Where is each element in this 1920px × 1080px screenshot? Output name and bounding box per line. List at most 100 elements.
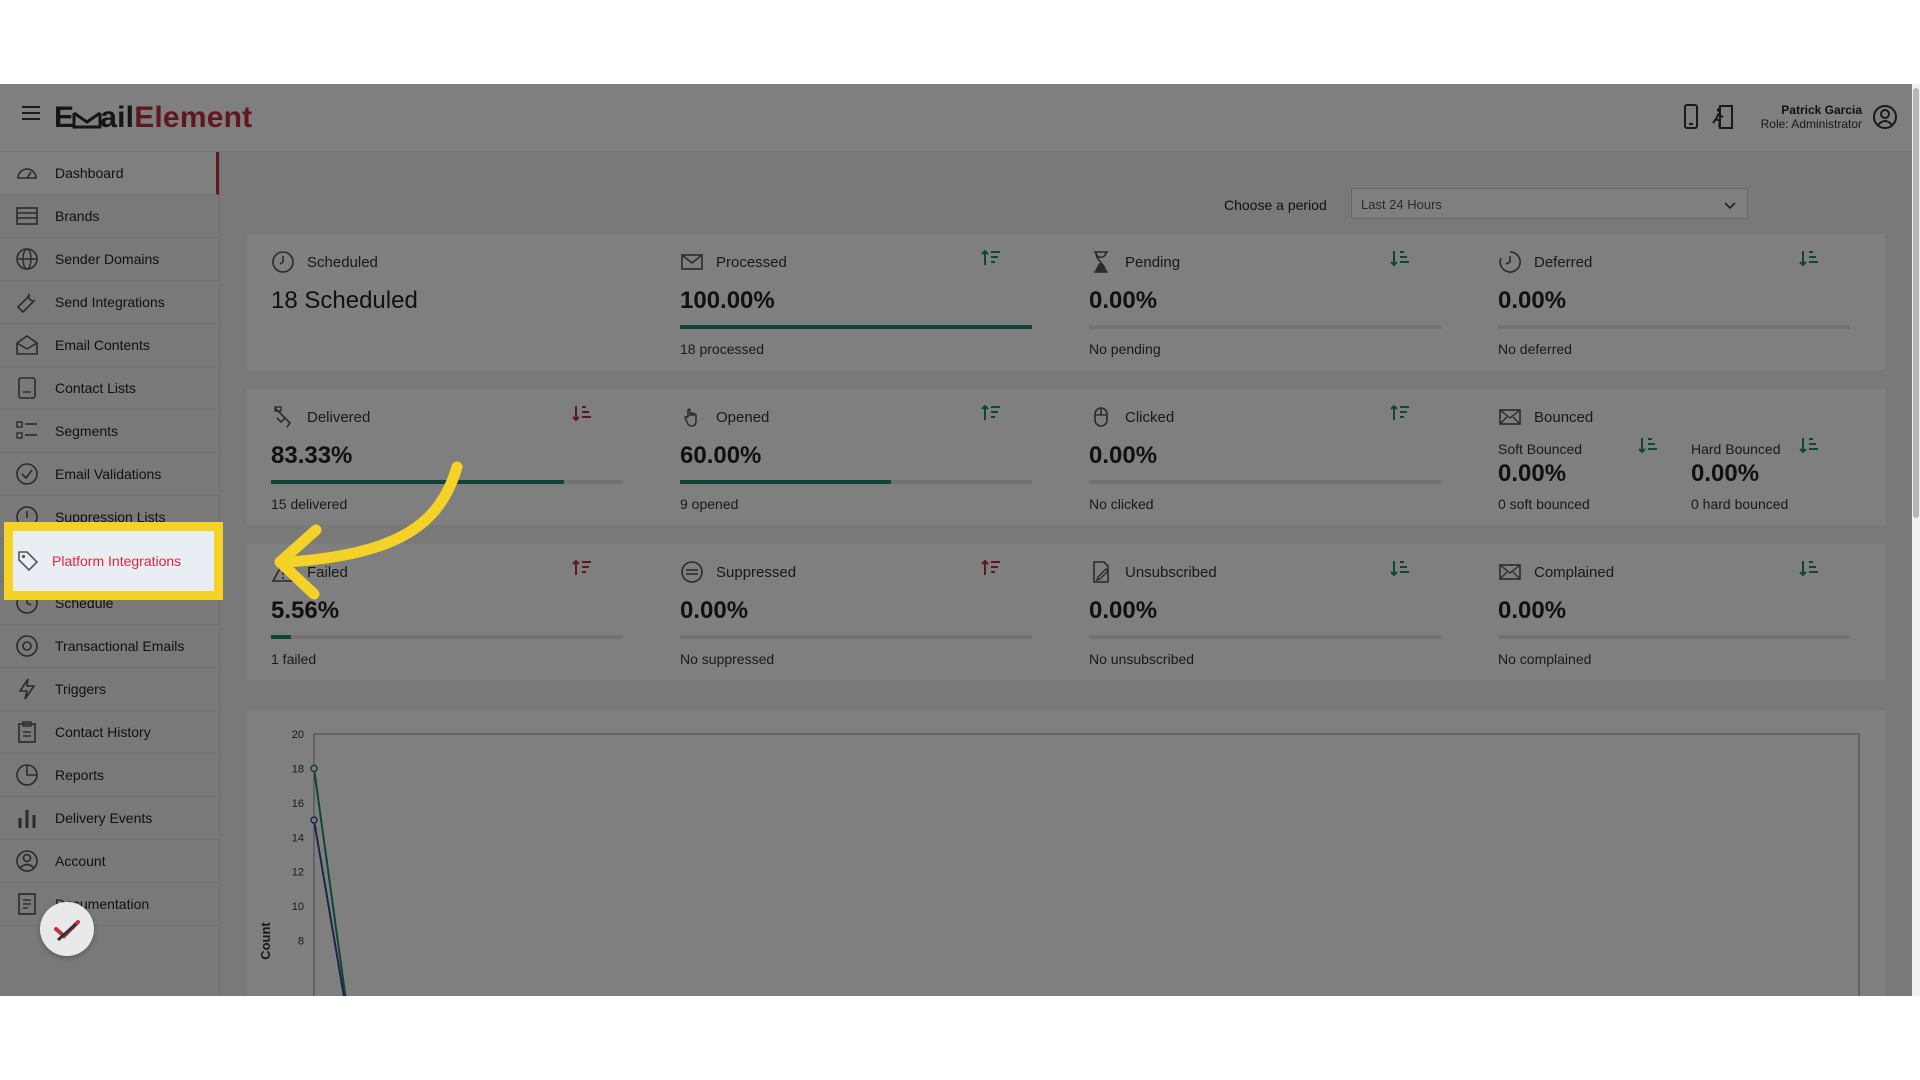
sidebar-item-account[interactable]: Account xyxy=(0,840,219,883)
sidebar-item-send-integrations[interactable]: Send Integrations xyxy=(0,281,219,324)
sidebar-item-label: Email Validations xyxy=(55,466,162,482)
hand-pointer-icon xyxy=(684,408,697,427)
clipboard-icon xyxy=(18,721,36,743)
series-point-0[interactable] xyxy=(310,764,318,773)
user-name: Patrick Garcia xyxy=(1781,103,1862,117)
sidebar-item-sender-domains[interactable]: Sender Domains xyxy=(0,238,219,281)
screen-stage: EailElement Patrick Garcia Role: Adminis… xyxy=(0,84,1920,996)
floating-action-button[interactable] xyxy=(40,902,94,956)
sidebar-item-contact-history[interactable]: Contact History xyxy=(0,711,219,754)
sidebar-item-contact-lists[interactable]: Contact Lists xyxy=(0,367,219,410)
sidebar-item-dashboard[interactable]: Dashboard xyxy=(0,152,219,195)
card-value: 0.00% xyxy=(1498,287,1567,314)
progress-track xyxy=(680,480,1032,484)
card-value: 0.00% xyxy=(1089,287,1158,314)
delivered-hand-icon xyxy=(274,406,292,428)
period-select[interactable]: Last 24 Hours xyxy=(1351,188,1748,219)
series-point-1[interactable] xyxy=(310,816,318,824)
sort-ascending-icon[interactable] xyxy=(1637,434,1659,456)
sidebar-item-label: Triggers xyxy=(55,681,106,697)
wrench-icon xyxy=(16,293,37,314)
card-value: 100.00% xyxy=(680,287,775,314)
card-subtext: No complained xyxy=(1498,651,1592,667)
hard-bounced-sub: 0 hard bounced xyxy=(1691,496,1789,512)
document-edit-icon xyxy=(1093,561,1109,583)
progress-track xyxy=(1089,480,1441,484)
sidebar-item-transactional-emails[interactable]: Transactional Emails xyxy=(0,625,219,668)
card-pending: Pending 0.00% No pending xyxy=(1065,234,1455,370)
sidebar-item-email-validations[interactable]: Email Validations xyxy=(0,453,219,496)
sidebar-item-triggers[interactable]: Triggers xyxy=(0,668,219,711)
logo-envelope-icon xyxy=(72,111,102,129)
sidebar-item-brands[interactable]: Brands xyxy=(0,195,219,238)
logout-icon[interactable] xyxy=(1711,104,1735,130)
card-title: Opened xyxy=(716,409,770,426)
sort-descending-icon[interactable] xyxy=(571,557,593,579)
soft-bounced-label: Soft Bounced xyxy=(1498,441,1583,457)
sidebar-item-reports[interactable]: Reports xyxy=(0,754,219,797)
card-value: 60.00% xyxy=(680,442,762,469)
sidebar-item-delivery-events[interactable]: Delivery Events xyxy=(0,797,219,840)
hamburger-menu-icon[interactable] xyxy=(22,106,40,122)
sort-descending-icon[interactable] xyxy=(980,247,1002,269)
sort-ascending-icon[interactable] xyxy=(1798,557,1820,579)
card-title: Scheduled xyxy=(307,254,378,271)
dashboard-gauge-icon xyxy=(17,168,37,179)
progress-fill xyxy=(680,480,892,484)
sidebar-item-platform-integrations-highlighted[interactable]: Platform Integrations xyxy=(13,531,214,591)
progress-track xyxy=(1089,325,1441,329)
card-opened: Opened 60.00% 9 opened xyxy=(656,389,1046,525)
mobile-phone-icon[interactable] xyxy=(1679,104,1703,130)
card-title: Clicked xyxy=(1125,409,1175,426)
card-subtext: 18 processed xyxy=(680,341,765,357)
page-scrollbar[interactable] xyxy=(1912,84,1920,996)
progress-fill xyxy=(680,325,1032,329)
sort-descending-icon[interactable] xyxy=(980,402,1002,424)
stats-row-3: Failed 5.56% 1 failed Suppressed 0.00% N… xyxy=(247,544,1885,680)
card-value: 5.56% xyxy=(271,597,340,624)
card-bounced: Bounced Soft Bounced 0.00% 0 soft bounce… xyxy=(1474,389,1864,525)
card-title: Pending xyxy=(1125,254,1181,271)
sort-descending-icon[interactable] xyxy=(980,557,1002,579)
document-icon xyxy=(18,893,36,915)
sort-ascending-icon[interactable] xyxy=(1389,557,1411,579)
globe-icon xyxy=(16,248,38,270)
user-avatar-icon[interactable] xyxy=(1872,104,1898,130)
y-tick-label: 18 xyxy=(292,763,304,775)
card-title: Processed xyxy=(716,254,787,271)
card-title: Complained xyxy=(1534,564,1615,581)
series-line-0 xyxy=(313,768,347,996)
hard-bounced-value: 0.00% xyxy=(1691,460,1760,487)
y-tick-label: 8 xyxy=(298,936,304,948)
card-subtext: No clicked xyxy=(1089,496,1154,512)
period-label: Choose a period xyxy=(1224,197,1327,213)
sort-ascending-icon[interactable] xyxy=(1798,434,1820,456)
sidebar-item-segments[interactable]: Segments xyxy=(0,410,219,453)
soft-bounced-value: 0.00% xyxy=(1498,460,1567,487)
user-role: Role: Administrator xyxy=(1760,117,1862,131)
checkmark-badge-icon xyxy=(54,920,80,942)
sort-ascending-icon[interactable] xyxy=(1798,247,1820,269)
at-sign-icon xyxy=(16,635,38,657)
sidebar-item-label: Account xyxy=(55,853,106,869)
sidebar-item-label: Contact History xyxy=(55,724,151,740)
sort-ascending-icon[interactable] xyxy=(571,402,593,424)
card-title: Deferred xyxy=(1534,254,1593,271)
sidebar-item-email-contents[interactable]: Email Contents xyxy=(0,324,219,367)
sort-ascending-icon[interactable] xyxy=(1389,247,1411,269)
progress-track xyxy=(1498,325,1850,329)
card-value: 0.00% xyxy=(1089,597,1158,624)
segments-icon xyxy=(16,421,37,439)
sort-descending-icon[interactable] xyxy=(1389,402,1411,424)
app-logo[interactable]: EailElement xyxy=(54,101,252,135)
plot-frame xyxy=(313,733,1860,996)
suppressed-circle-icon xyxy=(681,561,703,583)
stats-row-2: Delivered 83.33% 15 delivered Opened 60.… xyxy=(247,389,1885,525)
progress-fill xyxy=(271,635,291,639)
card-subtext: No unsubscribed xyxy=(1089,651,1195,667)
check-circle-icon xyxy=(16,463,38,485)
scrollbar-thumb[interactable] xyxy=(1913,88,1919,518)
lightning-icon xyxy=(18,678,36,700)
y-tick-label: 16 xyxy=(292,798,304,810)
sidebar-item-documentation[interactable]: Documentation xyxy=(0,883,219,926)
